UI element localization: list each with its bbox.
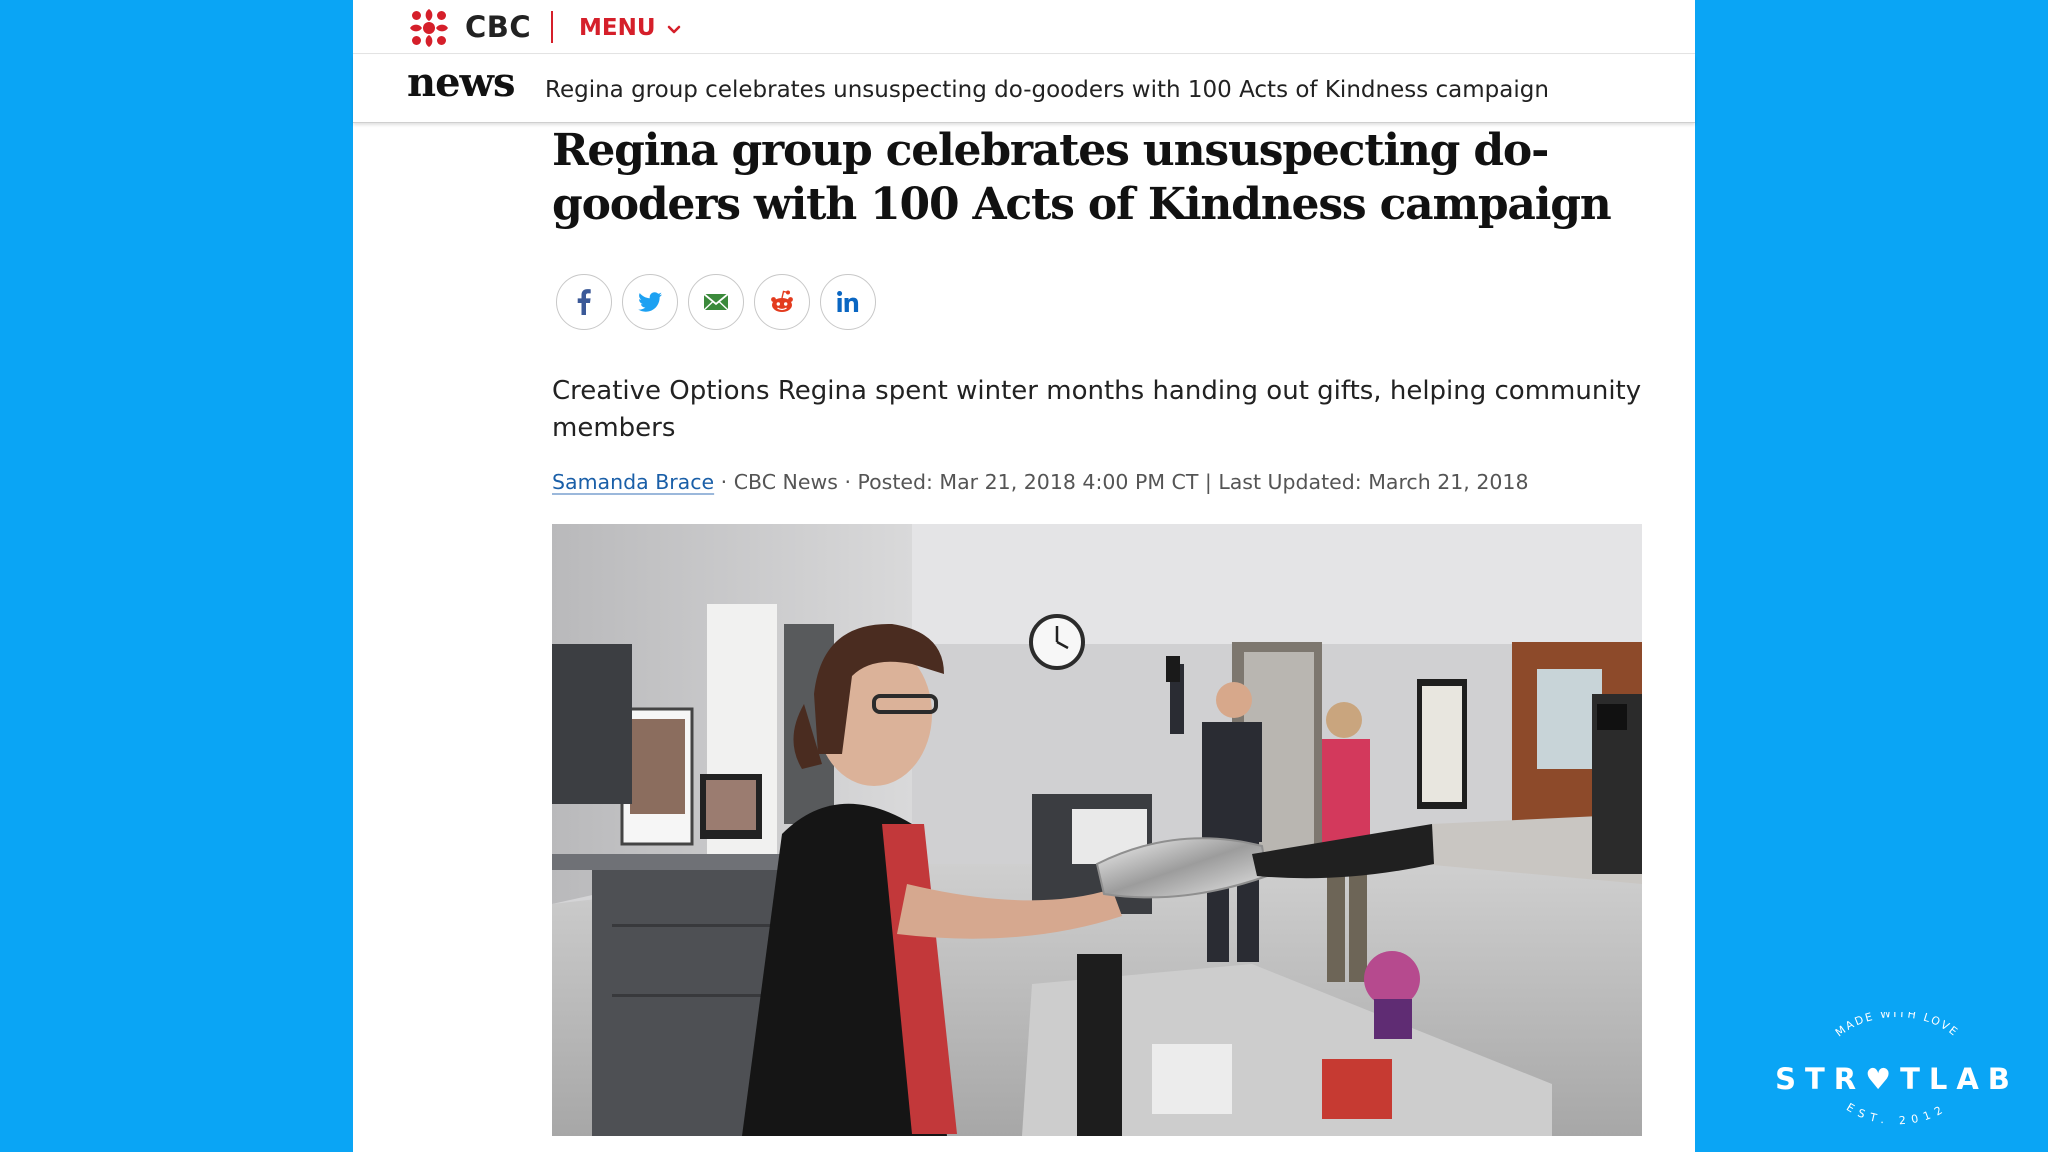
byline-meta: · CBC News · Posted: Mar 21, 2018 4:00 P… <box>714 470 1529 494</box>
share-bar <box>556 274 876 330</box>
cbc-gem-logo-icon[interactable] <box>409 8 449 48</box>
article-deck: Creative Options Regina spent winter mon… <box>552 376 1642 443</box>
sticky-headline: Regina group celebrates unsuspecting do-… <box>545 77 1549 103</box>
svg-text:EST. 2012: EST. 2012 <box>1844 1101 1950 1128</box>
share-email-button[interactable] <box>688 274 744 330</box>
cbc-wordmark[interactable]: CBC <box>465 10 531 44</box>
author-link[interactable]: Samanda Brace <box>552 470 714 494</box>
facebook-icon <box>577 289 591 315</box>
twitter-icon <box>638 292 662 312</box>
share-twitter-button[interactable] <box>622 274 678 330</box>
strotlab-watermark: MADE WITH LOVE EST. 2012 STR♥TLAB <box>1762 1007 2032 1142</box>
watermark-arc-top: MADE WITH LOVE <box>1833 1007 1959 1040</box>
header-divider <box>551 11 553 43</box>
linkedin-icon <box>837 291 859 312</box>
share-reddit-button[interactable] <box>754 274 810 330</box>
watermark-arc-bottom: EST. 2012 <box>1844 1101 1944 1128</box>
office-gift-photo <box>552 524 1642 1136</box>
watermark-wordmark: STR♥TLAB <box>1762 1062 2032 1096</box>
article-title: Regina group celebrates unsuspecting do-… <box>552 125 1612 230</box>
share-linkedin-button[interactable] <box>820 274 876 330</box>
email-icon <box>703 293 729 311</box>
news-section-link[interactable]: news <box>407 59 515 106</box>
chevron-down-icon <box>667 25 680 33</box>
menu-button[interactable]: MENU <box>579 12 682 44</box>
reddit-icon <box>771 290 793 312</box>
article-photo[interactable] <box>552 524 1642 1136</box>
menu-label: MENU <box>579 15 656 41</box>
byline: Samanda Brace · CBC News · Posted: Mar 2… <box>552 470 1529 494</box>
cbc-top-bar: CBC MENU <box>353 0 1695 54</box>
heart-icon: ♥ <box>1865 1062 1901 1096</box>
news-section-bar: news Regina group celebrates unsuspectin… <box>353 55 1695 123</box>
watermark-word-right: TLAB <box>1900 1062 2019 1096</box>
article-page: CBC MENU news Regina group celebrates un… <box>353 0 1695 1152</box>
share-facebook-button[interactable] <box>556 274 612 330</box>
svg-text:MADE WITH LOVE: MADE WITH LOVE <box>1833 1012 1961 1039</box>
watermark-word-left: STR <box>1775 1062 1866 1096</box>
